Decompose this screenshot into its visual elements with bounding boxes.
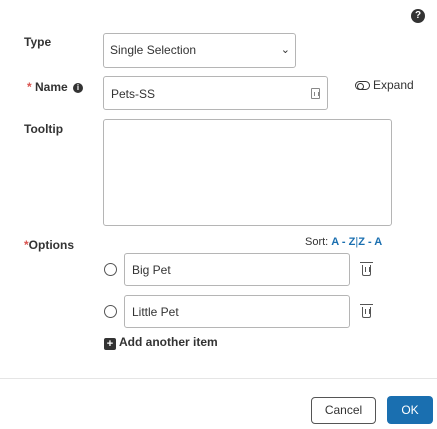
expand-label: Expand xyxy=(373,78,414,92)
help-icon[interactable]: ? xyxy=(411,9,425,23)
expand-toggle[interactable]: Expand xyxy=(355,78,414,92)
type-selected-value: Single Selection xyxy=(110,43,197,57)
toggle-icon xyxy=(355,81,370,90)
plus-icon: + xyxy=(104,338,116,350)
sort-controls: Sort: A - Z|Z - A xyxy=(305,236,382,248)
tooltip-label: Tooltip xyxy=(24,122,64,136)
option-input-1[interactable]: Big Pet xyxy=(124,253,350,286)
name-input[interactable]: Pets-SS xyxy=(103,76,328,110)
info-icon[interactable]: i xyxy=(73,83,84,93)
footer-divider xyxy=(0,378,437,379)
sort-prefix: Sort: xyxy=(305,236,329,248)
add-item-label: Add another item xyxy=(119,335,218,349)
option-input-value: Little Pet xyxy=(132,305,179,319)
type-label: Type xyxy=(24,35,52,49)
option-radio-1[interactable] xyxy=(104,263,117,276)
clipboard-icon[interactable] xyxy=(311,88,320,99)
ok-button[interactable]: OK xyxy=(387,396,433,424)
tooltip-textarea[interactable] xyxy=(103,119,392,226)
name-label-row: * Name i xyxy=(27,80,84,94)
trash-icon[interactable] xyxy=(360,304,373,318)
cancel-button[interactable]: Cancel xyxy=(311,397,376,424)
chevron-down-icon: ⌄ xyxy=(280,44,290,56)
option-input-value: Big Pet xyxy=(132,263,171,277)
name-input-value: Pets-SS xyxy=(111,87,156,101)
option-input-2[interactable]: Little Pet xyxy=(124,295,350,328)
sort-za-link[interactable]: Z - A xyxy=(358,236,382,248)
add-item-button[interactable]: + Add another item xyxy=(104,335,218,350)
trash-icon[interactable] xyxy=(360,262,373,276)
type-select[interactable]: Single Selection ⌄ xyxy=(103,33,296,68)
options-label-row: *Options xyxy=(24,238,74,252)
sort-az-link[interactable]: A - Z xyxy=(331,236,355,248)
required-marker: * xyxy=(27,80,32,94)
name-label: Name xyxy=(35,80,68,94)
option-radio-2[interactable] xyxy=(104,305,117,318)
options-label: Options xyxy=(28,238,74,252)
